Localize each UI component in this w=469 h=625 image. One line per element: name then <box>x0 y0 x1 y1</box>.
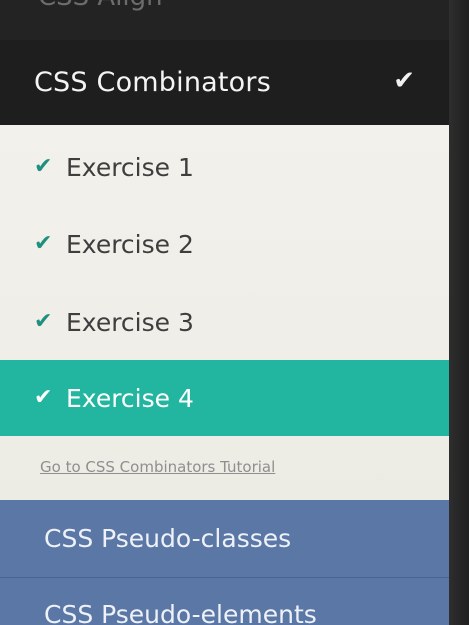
exercise-label: Exercise 3 <box>66 307 194 337</box>
check-icon: ✔ <box>34 385 53 410</box>
sidebar-item-css-align[interactable]: CSS Align <box>0 0 455 41</box>
exercise-item-3[interactable]: ✔ Exercise 3 <box>0 284 455 360</box>
sidebar-item-css-pseudo-elements[interactable]: CSS Pseudo-elements <box>0 578 455 625</box>
screen-bezel <box>449 0 469 625</box>
check-icon: ✔ <box>34 154 53 179</box>
tutorial-link[interactable]: Go to CSS Combinators Tutorial <box>40 458 275 476</box>
section-title: CSS Combinators <box>34 67 271 98</box>
sidebar-item-css-pseudo-classes[interactable]: CSS Pseudo-classes <box>0 500 455 578</box>
exercise-label: Exercise 1 <box>66 152 194 182</box>
section-header-css-combinators[interactable]: CSS Combinators ✔ <box>0 40 455 125</box>
exercise-item-4[interactable]: ✔ Exercise 4 <box>0 360 455 436</box>
check-icon: ✔ <box>34 309 53 334</box>
exercise-label: Exercise 4 <box>66 383 194 413</box>
check-icon: ✔ <box>393 65 415 96</box>
sidebar-item-label: CSS Pseudo-elements <box>44 600 317 625</box>
sidebar-item-label: CSS Pseudo-classes <box>44 524 292 553</box>
sidebar-item-label: CSS Align <box>38 0 163 12</box>
exercise-label: Exercise 2 <box>66 229 194 259</box>
menu-frame: CSS Align CSS Combinators ✔ ✔ Exercise 1… <box>0 0 469 625</box>
check-icon: ✔ <box>34 231 53 256</box>
exercise-item-2[interactable]: ✔ Exercise 2 <box>0 206 455 282</box>
exercise-item-1[interactable]: ✔ Exercise 1 <box>0 129 455 205</box>
